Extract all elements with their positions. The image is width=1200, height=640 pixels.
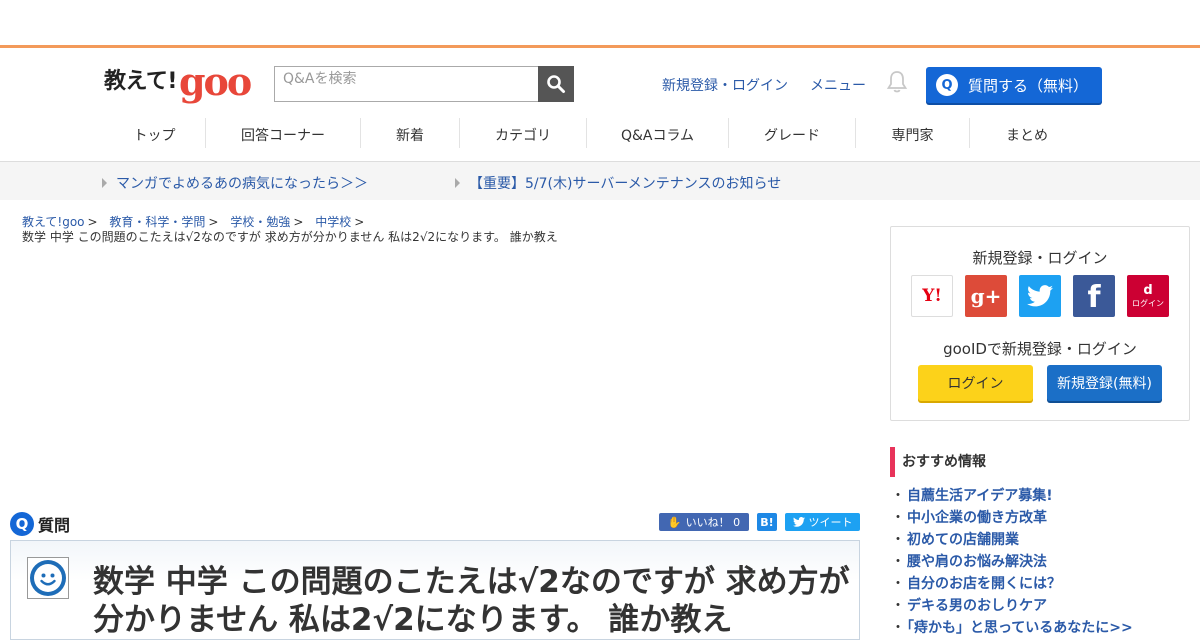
question-card: 数学 中学 この問題のこたえは√2なのですが 求め方が分かりません 私は2√2に… [10, 540, 860, 640]
recommended-link: 中小企業の働き方改革 [907, 510, 1047, 526]
docomo-login-label: ログイン [1132, 298, 1164, 308]
register-button[interactable]: 新規登録(無料) [1047, 365, 1162, 401]
triangle-right-icon [455, 178, 460, 188]
recommended-link: 腰や肩のお悩み解決法 [907, 554, 1047, 570]
search-input[interactable] [274, 66, 538, 102]
notice-link-maintenance[interactable]: 【重要】5/7(木)サーバーメンテナンスのお知らせ [455, 173, 781, 193]
list-item[interactable]: ・中小企業の働き方改革 [891, 507, 1133, 529]
header-menu-link[interactable]: メニュー [810, 75, 866, 95]
twitter-bird-icon [792, 517, 805, 527]
facebook-login-button[interactable]: f [1073, 275, 1115, 317]
logo-goo: goo [178, 59, 252, 104]
like-label: いいね！ 0 [685, 516, 741, 529]
global-nav: トップ 回答コーナー 新着 カテゴリ Q&Aコラム グレード 専門家 まとめ [0, 112, 1200, 162]
header-links: 新規登録・ログイン メニュー [662, 75, 866, 95]
list-item[interactable]: ・腰や肩のお悩み解決法 [891, 551, 1133, 573]
notice-label: マンガでよめるあの病気になったら＞＞ [116, 176, 368, 192]
bell-icon[interactable] [886, 70, 908, 94]
goo-logo[interactable]: 教えて! goo [104, 59, 252, 104]
login-box: 新規登録・ログイン Y! g+ f d ログイン gooIDで新規登録・ログイン… [890, 226, 1190, 421]
google-login-button[interactable]: g+ [965, 275, 1007, 317]
twitter-bird-icon [1027, 285, 1053, 307]
nav-item-matome[interactable]: まとめ [970, 118, 1084, 148]
list-item[interactable]: ・「痔かも」と思っているあなたに>> [891, 617, 1133, 639]
nav-item-expert[interactable]: 専門家 [856, 118, 970, 148]
nav-item-qa-column[interactable]: Q&Aコラム [587, 118, 729, 148]
docomo-d-icon: d [1143, 282, 1153, 298]
gooid-text: gooIDで新規登録・ログイン [943, 340, 1137, 358]
hatena-icon: B! [760, 515, 774, 529]
search-button[interactable] [538, 66, 574, 102]
recommended-link: 自分のお店を開くには？ [907, 576, 1061, 592]
twitter-login-button[interactable] [1019, 275, 1061, 317]
recommended-link: 初めての店舗開業 [907, 532, 1019, 548]
breadcrumb-separator: > [87, 215, 98, 229]
google-plus-icon: g+ [970, 284, 1002, 308]
question-icon: Q [936, 74, 958, 96]
ask-question-button[interactable]: Q 質問する（無料） [926, 67, 1102, 103]
triangle-right-icon [102, 178, 107, 188]
docomo-login-button[interactable]: d ログイン [1127, 275, 1169, 317]
facebook-icon: f [1087, 280, 1101, 315]
list-item[interactable]: ・初めての店舗開業 [891, 529, 1133, 551]
breadcrumb-item[interactable]: 教育・科学・学問 [109, 215, 205, 229]
search-bar [274, 66, 574, 102]
tweet-button[interactable]: ツイート [785, 513, 860, 531]
top-ad-space [0, 0, 1200, 48]
recommended-heading: おすすめ情報 [890, 447, 986, 477]
facebook-like-button[interactable]: ✋ いいね！ 0 [659, 513, 749, 531]
q-icon: Q [10, 512, 34, 536]
notice-bar: マンガでよめるあの病気になったら＞＞ 【重要】5/7(木)サーバーメンテナンスの… [0, 162, 1200, 200]
breadcrumb-item[interactable]: 学校・勉強 [230, 215, 290, 229]
question-title: 数学 中学 この問題のこたえは√2なのですが 求め方が分かりません 私は2√2に… [93, 564, 850, 638]
breadcrumb-item[interactable]: 中学校 [315, 215, 351, 229]
list-item[interactable]: ・自薦生活アイデア募集! [891, 485, 1133, 507]
ask-question-label: 質問する（無料） [968, 76, 1089, 95]
tweet-label: ツイート [808, 516, 853, 529]
question-section-label: 質問 [38, 516, 71, 535]
list-item[interactable]: ・自分のお店を開くには？ [891, 573, 1133, 595]
nav-item-top[interactable]: トップ [104, 118, 206, 148]
notice-link-manga[interactable]: マンガでよめるあの病気になったら＞＞ [102, 173, 368, 193]
notice-label: 【重要】5/7(木)サーバーメンテナンスのお知らせ [469, 176, 782, 192]
breadcrumb: 教えて!goo > 教育・科学・学問 > 学校・勉強 > 中学校 > 数学 中学 この問… [22, 215, 558, 245]
nav-item-category[interactable]: カテゴリ [460, 118, 587, 148]
yahoo-icon: Y! [922, 286, 942, 306]
nav-item-answer-corner[interactable]: 回答コーナー [206, 118, 361, 148]
breadcrumb-separator: > [293, 215, 304, 229]
question-section-header: Q 質問 [10, 512, 70, 536]
list-item[interactable]: ・デキる男のおしりケア [891, 595, 1133, 617]
breadcrumb-separator: > [208, 215, 219, 229]
nav-item-new[interactable]: 新着 [361, 118, 460, 148]
search-icon [547, 75, 565, 93]
breadcrumb-item[interactable]: 教えて!goo [22, 215, 85, 229]
thumbs-up-icon: ✋ [667, 515, 682, 529]
nav-item-grade[interactable]: グレード [729, 118, 856, 148]
avatar [27, 557, 69, 599]
logo-text: 教えて! [104, 69, 177, 94]
recommended-link: 「痔かも」と思っているあなたに>> [907, 620, 1133, 636]
recommended-link: デキる男のおしりケア [907, 598, 1047, 614]
header-login-link[interactable]: 新規登録・ログイン [662, 75, 788, 95]
recommended-link: 自薦生活アイデア募集! [907, 488, 1053, 504]
site-header: 教えて! goo 新規登録・ログイン メニュー Q 質問する（無料） [0, 48, 1200, 112]
yahoo-login-button[interactable]: Y! [911, 275, 953, 317]
login-box-title: 新規登録・ログイン [972, 249, 1108, 267]
hatena-bookmark-button[interactable]: B! [757, 513, 777, 531]
recommended-list: ・自薦生活アイデア募集! ・中小企業の働き方改革 ・初めての店舗開業 ・腰や肩の… [891, 485, 1133, 639]
breadcrumb-separator: > [354, 215, 365, 229]
breadcrumb-current: 数学 中学 この問題のこたえは√2なのですが 求め方が分かりません 私は2√2に… [22, 230, 558, 244]
smiley-avatar-icon [30, 560, 66, 596]
login-button[interactable]: ログイン [918, 365, 1033, 401]
